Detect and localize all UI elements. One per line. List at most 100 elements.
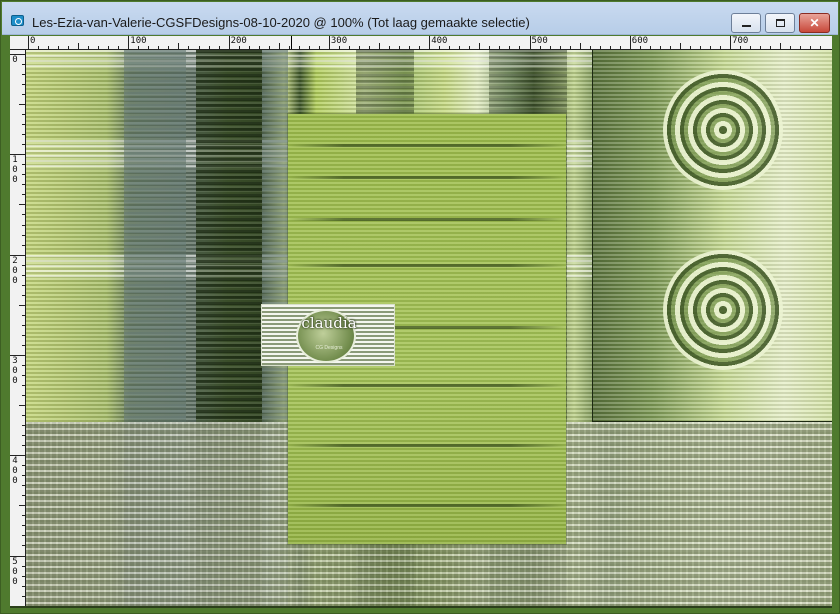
title-bar[interactable]: Les-Ezia-van-Valerie-CGSFDesigns-08-10-2…	[2, 2, 838, 35]
ruler-tick	[19, 204, 25, 206]
ruler-tick	[700, 46, 701, 49]
ruler-label: 1 0 0	[12, 155, 18, 186]
ruler-tick	[238, 46, 240, 49]
ruler-tick	[399, 46, 401, 49]
ruler-tick	[22, 64, 25, 66]
ruler-label: 600	[631, 36, 649, 46]
ruler-tick	[268, 46, 270, 49]
ruler-tick	[38, 46, 40, 49]
ruler-tick	[218, 46, 220, 49]
ruler-tick	[22, 525, 25, 527]
ruler-tick	[278, 43, 280, 49]
swirl-panel	[592, 50, 832, 422]
ruler-tick	[22, 465, 25, 467]
watermark-subtext: CG Designs	[315, 345, 343, 351]
ruler-tick	[168, 46, 170, 49]
ruler-tick	[19, 405, 25, 407]
ruler-tick	[298, 46, 300, 49]
ruler-tick	[138, 46, 140, 49]
swirl-decoration	[663, 70, 783, 190]
ruler-tick	[22, 395, 25, 397]
ruler-tick	[358, 46, 360, 49]
ruler-tick	[599, 46, 601, 49]
close-button[interactable]: ✕	[799, 13, 830, 33]
ruler-tick	[22, 134, 25, 136]
vertical-ruler[interactable]: 0 1 0 0 2 0 0 3 0 0 4 0 0 5 0 0	[10, 50, 26, 606]
ruler-tick	[98, 46, 100, 49]
image-canvas[interactable]: claudia CG Designs	[26, 50, 832, 606]
ruler-label: 100	[130, 36, 147, 46]
ruler-tick	[328, 36, 330, 49]
ruler-tick	[639, 46, 641, 49]
ruler-tick	[108, 46, 110, 49]
window-title: Les-Ezia-van-Valerie-CGSFDesigns-08-10-2…	[32, 15, 530, 30]
ruler-tick	[22, 124, 25, 126]
ruler-tick	[288, 46, 290, 49]
ruler-tick	[22, 194, 25, 196]
streak	[288, 176, 566, 179]
ruler-tick	[22, 214, 25, 216]
ruler-tick	[78, 43, 80, 49]
ruler-tick	[820, 46, 822, 49]
minimize-button[interactable]	[731, 13, 761, 33]
ruler-label: 400	[431, 36, 448, 46]
ruler-tick	[509, 46, 511, 49]
ruler-tick	[780, 43, 782, 49]
maximize-button[interactable]	[765, 13, 795, 33]
ruler-tick	[22, 294, 25, 296]
ruler-tick	[479, 43, 481, 49]
ruler-tick	[790, 46, 792, 49]
horizontal-ruler[interactable]: 0 100 200 300 400 500 600 700	[10, 36, 832, 50]
ruler-tick	[429, 36, 431, 49]
streak	[288, 264, 566, 267]
ruler-tick	[22, 445, 25, 447]
app-icon[interactable]	[11, 15, 24, 26]
ruler-tick	[258, 46, 260, 49]
ruler-tick	[22, 164, 25, 166]
ruler-label: 5 0 0	[12, 556, 18, 587]
ruler-tick	[128, 36, 130, 49]
ruler-tick	[22, 184, 25, 186]
ruler-tick	[589, 46, 591, 49]
ruler-tick	[198, 46, 200, 49]
ruler-tick	[689, 46, 691, 49]
ruler-tick	[609, 46, 611, 49]
ruler-tick	[22, 435, 25, 437]
image-window: Les-Ezia-van-Valerie-CGSFDesigns-08-10-2…	[0, 0, 840, 614]
watermark-text: claudia	[301, 314, 357, 332]
ruler-tick	[22, 535, 25, 537]
ruler-tick	[22, 374, 25, 376]
ruler-tick	[499, 46, 501, 49]
ruler-tick	[178, 43, 180, 49]
ruler-tick	[449, 46, 451, 49]
ruler-tick	[459, 46, 461, 49]
ruler-tick	[539, 46, 541, 49]
ruler-tick	[22, 94, 25, 96]
ruler-cursor-marker	[291, 36, 292, 49]
ruler-tick	[22, 224, 25, 226]
ruler-tick	[619, 46, 621, 49]
ruler-tick	[22, 284, 25, 286]
ruler-tick	[659, 46, 661, 49]
ruler-label: 0	[30, 36, 36, 46]
ruler-tick	[489, 46, 491, 49]
ruler-tick	[58, 46, 60, 49]
close-icon: ✕	[809, 16, 820, 30]
ruler-tick	[22, 174, 25, 176]
ruler-tick	[439, 46, 441, 49]
swirl-decoration	[663, 250, 783, 370]
ruler-tick	[679, 43, 681, 49]
ruler-tick	[48, 46, 50, 49]
ruler-tick	[529, 36, 531, 49]
ruler-tick	[22, 74, 25, 76]
ruler-tick	[22, 114, 25, 116]
watermark-logo: claudia CG Designs	[261, 304, 395, 366]
ruler-tick	[338, 46, 340, 49]
ruler-tick	[348, 46, 350, 49]
ruler-tick	[469, 46, 471, 49]
maximize-icon	[775, 19, 785, 27]
ruler-label: 0	[12, 55, 18, 65]
ruler-label: 4 0 0	[12, 456, 18, 487]
streak	[288, 384, 566, 387]
ruler-tick	[22, 475, 25, 477]
